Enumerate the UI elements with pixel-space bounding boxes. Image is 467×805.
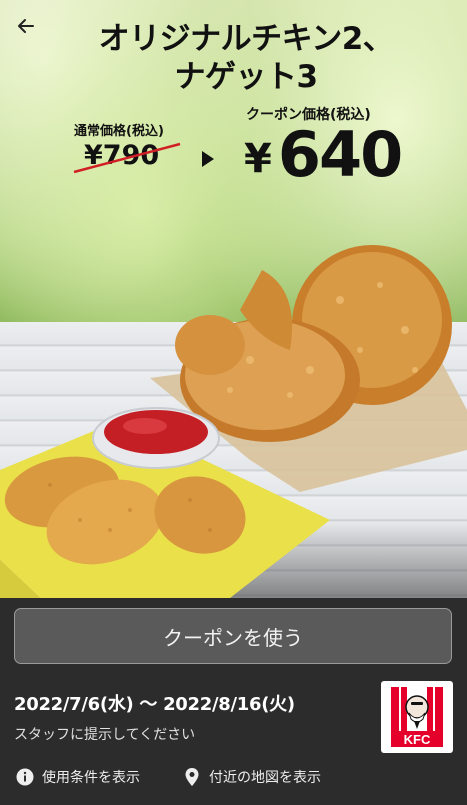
- coupon-info-panel: クーポンを使う 2022/7/6(水) 〜 2022/8/16(火) スタッフに…: [0, 598, 467, 805]
- kfc-logo-text: KFC: [404, 732, 431, 747]
- product-title-line1: オリジナルチキン2、: [98, 21, 394, 57]
- show-terms-label: 使用条件を表示: [42, 770, 140, 786]
- validity-period: 2022/7/6(水) 〜 2022/8/16(火): [14, 694, 295, 715]
- coupon-price-currency: ¥: [244, 136, 272, 182]
- product-title-line2: ナゲット3: [174, 59, 318, 95]
- kfc-logo: KFC: [381, 681, 453, 753]
- back-arrow-icon: [18, 19, 34, 33]
- back-button[interactable]: [12, 12, 40, 40]
- use-coupon-button[interactable]: クーポンを使う: [14, 608, 452, 664]
- product-photo: オリジナルチキン2、 ナゲット3 通常価格(税込) ¥790 クーポン価格(税込…: [0, 0, 467, 598]
- staff-note: スタッフに提示してください: [14, 727, 196, 743]
- show-map-link[interactable]: 付近の地図を表示: [183, 767, 321, 787]
- strikethrough-line: [73, 142, 181, 174]
- chicken-and-nuggets-illustration: [0, 245, 467, 598]
- show-terms-link[interactable]: 使用条件を表示: [16, 767, 140, 787]
- coupon-price: ¥640: [244, 118, 403, 191]
- show-map-label: 付近の地図を表示: [209, 770, 321, 786]
- price-arrow-icon: [202, 151, 214, 167]
- kfc-logo-mark: KFC: [391, 687, 443, 747]
- location-pin-icon: [183, 768, 201, 786]
- regular-price-label: 通常価格(税込): [74, 124, 164, 139]
- info-icon: [16, 768, 34, 786]
- coupon-screen: オリジナルチキン2、 ナゲット3 通常価格(税込) ¥790 クーポン価格(税込…: [0, 0, 467, 805]
- coupon-price-amount: 640: [277, 118, 403, 191]
